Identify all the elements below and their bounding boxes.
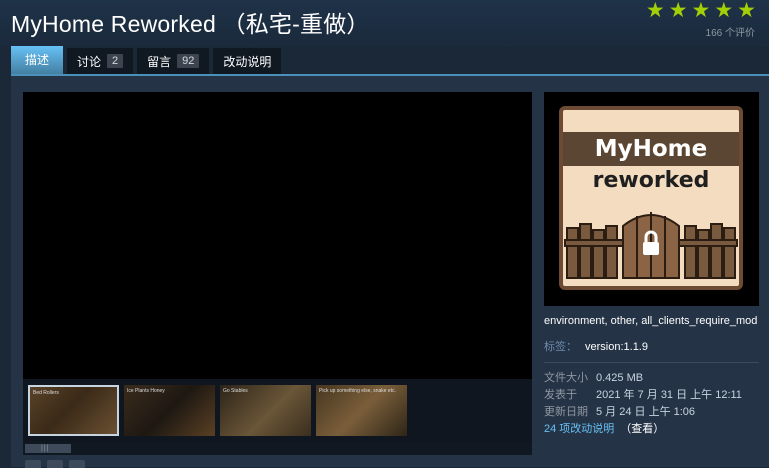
preview-image: MyHome reworked: [559, 106, 743, 290]
media-thumbnail[interactable]: Bed Rollers: [28, 385, 119, 436]
tab-bar: 描述 讨论 2 留言 92 改动说明: [11, 46, 282, 76]
tab-label: 描述: [25, 52, 50, 67]
stat-value: 2021 年 7 月 31 日 上午 12:11: [596, 389, 742, 401]
rating-count: 166 个评价: [705, 28, 755, 39]
grip-icon: |||: [41, 445, 50, 452]
tab-description[interactable]: 描述: [11, 46, 64, 76]
content-panel: Bed Rollers Ice Plants Honey Go Stables …: [11, 74, 769, 468]
preview-image-frame: MyHome reworked: [544, 92, 759, 306]
tab-label: 留言: [147, 54, 172, 69]
media-thumbnail[interactable]: Go Stables: [220, 385, 311, 436]
logo-text-line2: reworked: [592, 168, 710, 193]
tag-list[interactable]: environment, other, all_clients_require_…: [544, 314, 759, 328]
version-tag[interactable]: version:1.1.9: [585, 341, 648, 353]
stat-label: 更新日期: [544, 406, 588, 418]
change-notes-row: 24 项改动说明 （查看）: [544, 421, 759, 438]
thumbnail-caption: Go Stables: [223, 388, 248, 394]
stat-label: 文件大小: [544, 372, 588, 384]
rating-stars: ★ ★ ★ ★ ★: [645, 0, 756, 22]
avatar-icon[interactable]: [47, 460, 63, 468]
stat-value: 0.425 MB: [596, 372, 644, 384]
star-icon: ★: [714, 0, 734, 22]
star-icon: ★: [691, 0, 711, 22]
gate-fence-illustration: [564, 212, 738, 279]
change-notes-link[interactable]: 24 项改动说明: [544, 423, 614, 435]
share-icon[interactable]: [25, 460, 41, 468]
more-icon[interactable]: [69, 460, 85, 468]
scrollbar-thumb[interactable]: |||: [25, 444, 71, 453]
item-sidebar: MyHome reworked environment, other, all_…: [544, 92, 759, 438]
star-icon: ★: [737, 0, 756, 22]
media-player[interactable]: [23, 92, 532, 379]
thumbnail-caption: Pick up something else, snake etc.: [319, 388, 396, 394]
stat-label: 发表于: [544, 389, 577, 401]
tab-label: 改动说明: [223, 54, 272, 69]
tags-label: 标签：: [544, 341, 577, 353]
page-title: MyHome Reworked （私宅-重做）: [11, 11, 370, 37]
thumbnail-caption: Bed Rollers: [33, 390, 59, 396]
logo-text-line1: MyHome: [594, 136, 708, 162]
thumbnail-caption: Ice Plants Honey: [127, 388, 165, 394]
thumbnail-scrollbar[interactable]: |||: [23, 442, 532, 455]
stat-value: 5 月 24 日 上午 1:06: [596, 406, 696, 418]
tab-discussions[interactable]: 讨论 2: [67, 48, 134, 74]
star-icon: ★: [668, 0, 688, 22]
file-size-row: 文件大小 0.425 MB: [544, 370, 759, 387]
share-icons: [25, 460, 85, 468]
thumbnail-strip: Bed Rollers Ice Plants Honey Go Stables …: [23, 379, 532, 442]
lock-icon: [643, 242, 659, 255]
divider: [544, 362, 759, 363]
count-badge: 2: [107, 54, 124, 68]
count-badge: 92: [177, 54, 200, 68]
tab-change-notes[interactable]: 改动说明: [213, 48, 282, 74]
posted-row: 发表于 2021 年 7 月 31 日 上午 12:11: [544, 387, 759, 404]
star-icon: ★: [645, 0, 665, 22]
media-thumbnail[interactable]: Pick up something else, snake etc.: [316, 385, 407, 436]
tab-label: 讨论: [77, 54, 102, 69]
version-tag-row: 标签： version:1.1.9: [544, 338, 759, 354]
view-link[interactable]: （查看）: [620, 423, 664, 435]
tab-comments[interactable]: 留言 92: [137, 48, 210, 74]
updated-row: 更新日期 5 月 24 日 上午 1:06: [544, 404, 759, 421]
media-thumbnail[interactable]: Ice Plants Honey: [124, 385, 215, 436]
